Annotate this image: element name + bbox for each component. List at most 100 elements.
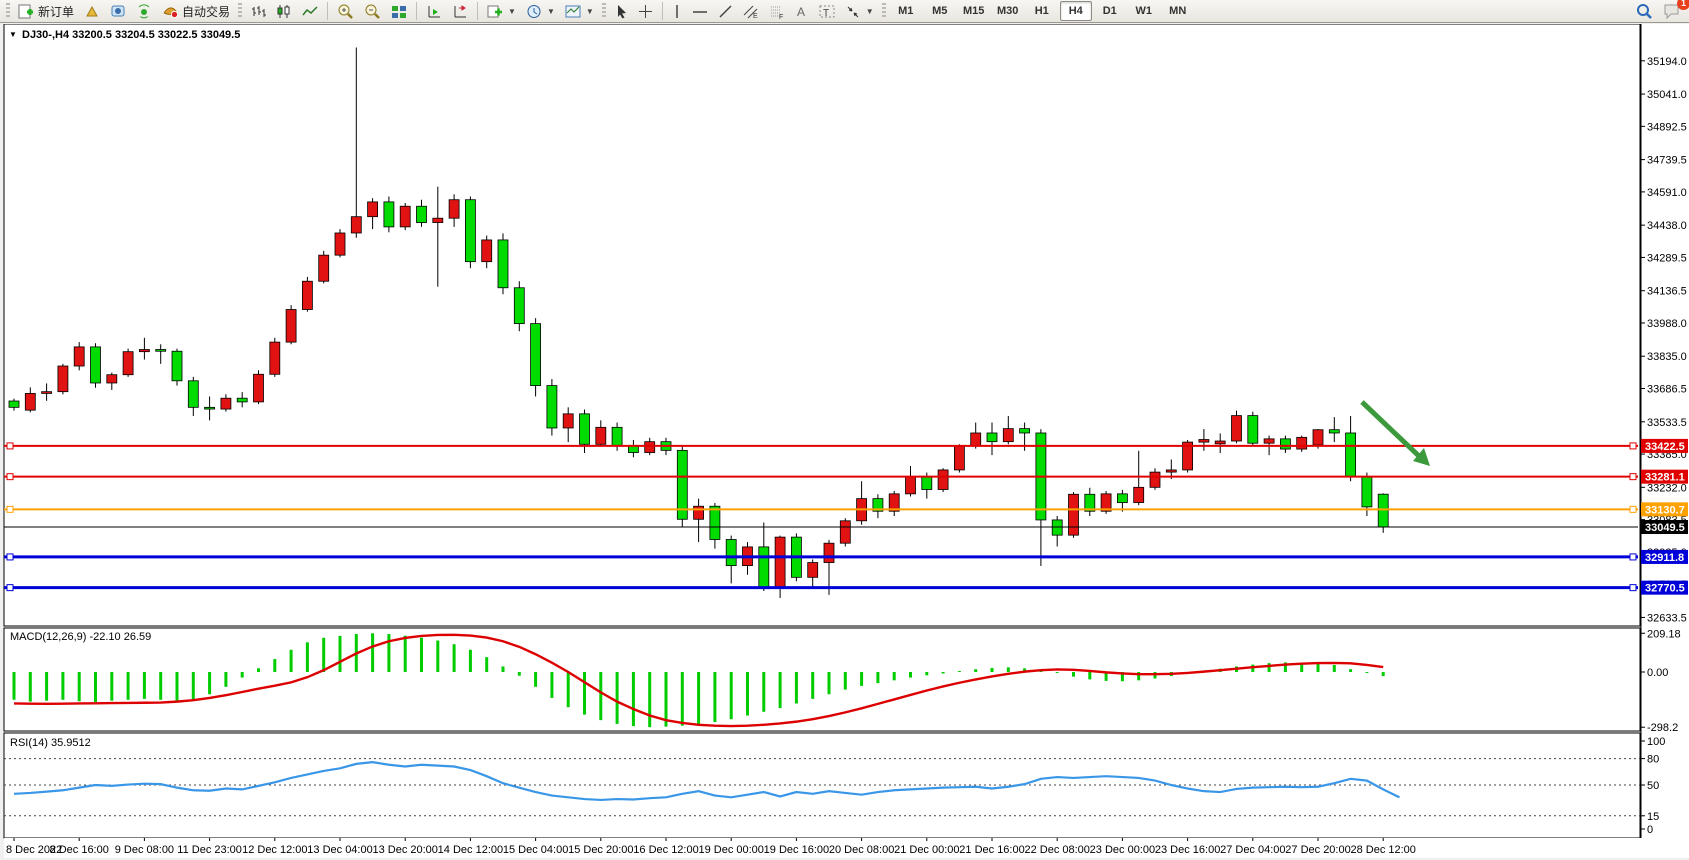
notifications-button[interactable]: 1: [1659, 0, 1685, 22]
line-chart-button[interactable]: [298, 0, 322, 22]
candle-body: [465, 200, 475, 262]
candle-body: [319, 255, 329, 281]
auto-scroll-button[interactable]: [422, 0, 446, 22]
price-tick-label: 33988.0: [1647, 318, 1687, 330]
toolbar-drag-handle[interactable]: [238, 3, 242, 19]
candle-body: [1117, 494, 1127, 503]
periods-button[interactable]: ▼: [522, 0, 559, 22]
macd-tick-label: -298.2: [1647, 722, 1678, 734]
chart-canvas[interactable]: 35194.035041.034892.534739.534591.034438…: [0, 24, 1689, 860]
timeframe-w1[interactable]: W1: [1128, 1, 1160, 21]
tile-windows-button[interactable]: [387, 0, 411, 22]
candle-body: [417, 206, 427, 222]
price-tick-label: 33533.5: [1647, 417, 1687, 429]
timeframe-h4[interactable]: H4: [1060, 1, 1092, 21]
horizontal-line-button[interactable]: [688, 0, 712, 22]
candlestick-chart-icon: [276, 4, 292, 19]
templates-button[interactable]: ▼: [561, 0, 598, 22]
bar-chart-button[interactable]: [246, 0, 270, 22]
broadcast-button[interactable]: [132, 0, 156, 22]
candle-body: [547, 386, 557, 428]
timeframe-m30[interactable]: M30: [992, 1, 1024, 21]
svg-text:A: A: [797, 5, 805, 19]
line-handle[interactable]: [7, 585, 13, 591]
new-order-button[interactable]: 新订单: [14, 0, 78, 22]
zoom-in-icon: [337, 3, 354, 19]
new-order-icon: [18, 4, 34, 19]
cursor-button[interactable]: [610, 0, 632, 22]
line-handle[interactable]: [1630, 443, 1636, 449]
line-handle[interactable]: [1630, 506, 1636, 512]
candle-body: [1313, 430, 1323, 445]
zoom-out-button[interactable]: [360, 0, 385, 22]
candle-body: [498, 240, 508, 288]
time-tick-label: 27 Dec 20:00: [1285, 844, 1350, 856]
candle-body: [726, 540, 736, 566]
text-a-icon: A: [795, 4, 809, 19]
candle-body: [531, 324, 541, 386]
text-label-button[interactable]: T: [815, 0, 839, 22]
toolbar-drag-handle[interactable]: [602, 3, 606, 19]
zoom-in-button[interactable]: [333, 0, 358, 22]
line-handle[interactable]: [7, 474, 13, 480]
chart-shift-button[interactable]: [448, 0, 472, 22]
text-button[interactable]: A: [791, 0, 813, 22]
timeframe-h1[interactable]: H1: [1026, 1, 1058, 21]
candle-body: [1329, 430, 1339, 433]
toolbar-drag-handle[interactable]: [882, 3, 886, 19]
line-handle[interactable]: [7, 443, 13, 449]
market-watch-icon: [110, 4, 126, 19]
price-tick-label: 34289.5: [1647, 252, 1687, 264]
timeframe-m1[interactable]: M1: [890, 1, 922, 21]
svg-text:T: T: [823, 8, 829, 19]
time-tick-label: 21 Dec 00:00: [894, 844, 959, 856]
chart-profile-button[interactable]: [80, 0, 104, 22]
candle-body: [1297, 437, 1307, 449]
timeframe-m15[interactable]: M15: [958, 1, 990, 21]
time-tick-label: 13 Dec 04:00: [307, 844, 372, 856]
candle-body: [580, 414, 590, 444]
trendline-button[interactable]: [714, 0, 737, 22]
candlestick-chart-button[interactable]: [272, 0, 296, 22]
candle-body: [42, 392, 52, 394]
fibonacci-button[interactable]: F: [765, 0, 789, 22]
tile-windows-icon: [391, 4, 407, 19]
notification-badge: 1: [1677, 0, 1689, 10]
candle-body: [254, 374, 264, 402]
macd-label: MACD(12,26,9) -22.10 26.59: [10, 631, 151, 643]
fibonacci-icon: F: [769, 4, 785, 19]
text-label-icon: T: [819, 4, 835, 19]
timeframe-m5[interactable]: M5: [924, 1, 956, 21]
market-watch-button[interactable]: [106, 0, 130, 22]
timeframe-mn[interactable]: MN: [1162, 1, 1194, 21]
macd-tick-label: 0.00: [1647, 667, 1668, 679]
indicators-button[interactable]: ▼: [483, 0, 520, 22]
candle-body: [922, 476, 932, 489]
line-handle[interactable]: [1630, 585, 1636, 591]
svg-text:E: E: [753, 13, 758, 19]
line-handle[interactable]: [7, 506, 13, 512]
vertical-line-button[interactable]: [668, 0, 686, 22]
candle-body: [596, 427, 606, 444]
candle-body: [954, 446, 964, 470]
candle-body: [971, 433, 981, 446]
line-handle[interactable]: [1630, 474, 1636, 480]
candle-body: [1150, 472, 1160, 487]
line-handle[interactable]: [1630, 554, 1636, 560]
time-tick-label: 28 Dec 12:00: [1350, 844, 1415, 856]
price-line-label: 32770.5: [1645, 583, 1685, 595]
line-handle[interactable]: [7, 554, 13, 560]
arrows-button[interactable]: ▼: [841, 0, 878, 22]
horizontal-line-icon: [692, 4, 708, 19]
candle-body: [9, 401, 19, 407]
crosshair-button[interactable]: [634, 0, 657, 22]
toolbar-drag-handle[interactable]: [6, 3, 10, 19]
timeframe-d1[interactable]: D1: [1094, 1, 1126, 21]
candle-body: [824, 543, 834, 562]
candle-body: [938, 470, 948, 490]
search-button[interactable]: [1632, 0, 1657, 22]
candle-body: [1134, 487, 1144, 502]
auto-trading-button[interactable]: 自动交易: [158, 0, 234, 22]
price-tick-label: 35041.0: [1647, 89, 1687, 101]
equidistant-channel-button[interactable]: E: [739, 0, 763, 22]
